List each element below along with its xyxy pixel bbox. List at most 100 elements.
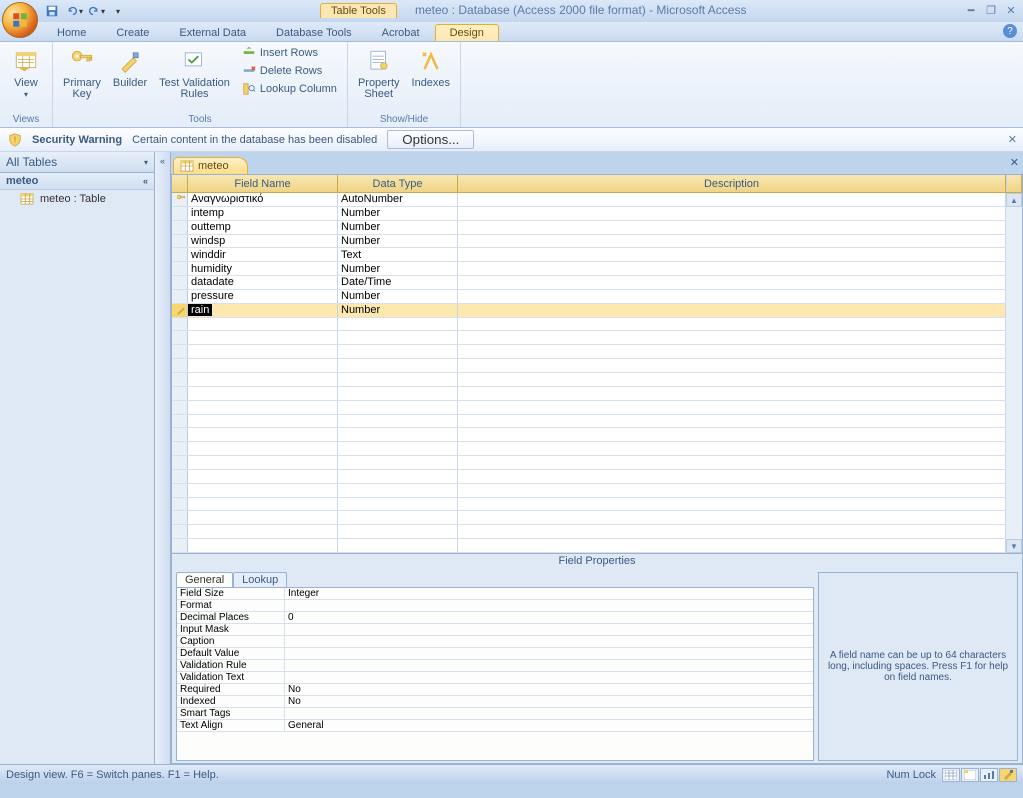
table-row[interactable] [172,387,1006,401]
row-selector[interactable] [172,387,188,400]
field-name-cell[interactable]: rain [188,304,338,317]
field-name-cell[interactable] [188,401,338,414]
property-row[interactable]: IndexedNo [177,696,813,708]
data-type-cell[interactable]: Number [338,221,458,234]
description-cell[interactable] [458,539,1006,552]
data-type-cell[interactable] [338,373,458,386]
row-selector[interactable] [172,373,188,386]
field-name-cell[interactable]: humidity [188,262,338,275]
description-cell[interactable] [458,304,1006,317]
table-row[interactable] [172,470,1006,484]
field-name-cell[interactable]: Αναγνωριστικό [188,193,338,206]
data-type-cell[interactable]: Text [338,248,458,261]
row-selector[interactable] [172,539,188,552]
nav-item-meteo-table[interactable]: meteo : Table [0,190,154,208]
property-value[interactable] [285,648,813,659]
data-type-cell[interactable] [338,428,458,441]
row-selector[interactable] [172,235,188,248]
table-row[interactable] [172,428,1006,442]
table-row[interactable] [172,373,1006,387]
description-cell[interactable] [458,276,1006,289]
restore-button[interactable]: ❐ [983,3,999,17]
fp-tab-lookup[interactable]: Lookup [233,572,287,587]
col-field-name[interactable]: Field Name [188,175,338,192]
design-view-button[interactable] [999,768,1017,782]
delete-rows-button[interactable]: Delete Rows [238,62,341,80]
row-selector[interactable] [172,345,188,358]
description-cell[interactable] [458,525,1006,538]
scroll-up-icon[interactable]: ▲ [1006,193,1022,207]
table-row[interactable]: pressureNumber [172,290,1006,304]
row-selector[interactable] [172,456,188,469]
description-cell[interactable] [458,248,1006,261]
row-selector[interactable] [172,262,188,275]
property-row[interactable]: Field SizeInteger [177,588,813,600]
property-value[interactable]: Integer [285,588,813,599]
data-type-cell[interactable] [338,401,458,414]
description-cell[interactable] [458,262,1006,275]
property-sheet-button[interactable]: Property Sheet [354,44,404,102]
table-row[interactable]: intempNumber [172,207,1006,221]
vertical-scrollbar[interactable]: ▲ ▼ [1006,193,1022,553]
row-selector[interactable] [172,290,188,303]
data-type-cell[interactable] [338,442,458,455]
nav-group-meteo[interactable]: meteo « [0,173,154,190]
col-description[interactable]: Description [458,175,1006,192]
property-value[interactable] [285,660,813,671]
data-type-cell[interactable]: Number [338,262,458,275]
row-selector[interactable] [172,470,188,483]
row-selector[interactable] [172,428,188,441]
field-name-cell[interactable] [188,387,338,400]
close-button[interactable]: ✕ [1003,3,1019,17]
table-row[interactable] [172,318,1006,332]
data-type-cell[interactable]: Number [338,207,458,220]
datasheet-view-button[interactable] [942,768,960,782]
pivot-table-view-button[interactable] [961,768,979,782]
field-name-cell[interactable] [188,498,338,511]
table-row[interactable] [172,525,1006,539]
doc-close-button[interactable]: ✕ [1010,156,1019,169]
help-button[interactable]: ? [1003,24,1017,38]
table-row[interactable] [172,539,1006,553]
doc-tab-meteo[interactable]: meteo [173,157,248,174]
messagebar-close-button[interactable]: ✕ [1008,133,1017,146]
row-selector[interactable] [172,221,188,234]
table-row[interactable]: rainNumber [172,304,1006,318]
row-selector[interactable] [172,276,188,289]
field-name-cell[interactable] [188,428,338,441]
data-type-cell[interactable]: Number [338,304,458,317]
tab-design[interactable]: Design [435,24,499,41]
property-value[interactable]: No [285,696,813,707]
qat-customize[interactable]: ▾ [108,2,128,20]
nav-header[interactable]: All Tables ▾ [0,152,154,173]
row-selector[interactable] [172,304,188,317]
field-name-cell[interactable] [188,415,338,428]
col-data-type[interactable]: Data Type [338,175,458,192]
table-row[interactable] [172,442,1006,456]
data-type-cell[interactable]: AutoNumber [338,193,458,206]
primary-key-button[interactable]: Primary Key [59,44,105,102]
tab-database-tools[interactable]: Database Tools [261,24,367,41]
field-name-cell[interactable] [188,345,338,358]
field-name-cell[interactable] [188,484,338,497]
table-row[interactable]: datadateDate/Time [172,276,1006,290]
row-selector[interactable] [172,401,188,414]
property-value[interactable] [285,672,813,683]
tab-home[interactable]: Home [42,24,101,41]
description-cell[interactable] [458,318,1006,331]
field-name-cell[interactable] [188,470,338,483]
office-button[interactable] [2,2,38,38]
row-selector[interactable] [172,359,188,372]
property-value[interactable] [285,600,813,611]
description-cell[interactable] [458,484,1006,497]
row-selector[interactable] [172,331,188,344]
table-row[interactable] [172,331,1006,345]
table-row[interactable] [172,359,1006,373]
description-cell[interactable] [458,221,1006,234]
property-value[interactable]: General [285,720,813,731]
description-cell[interactable] [458,511,1006,524]
nav-collapse-bar[interactable]: « [155,152,171,764]
property-value[interactable] [285,708,813,719]
row-selector[interactable] [172,525,188,538]
data-type-cell[interactable] [338,387,458,400]
